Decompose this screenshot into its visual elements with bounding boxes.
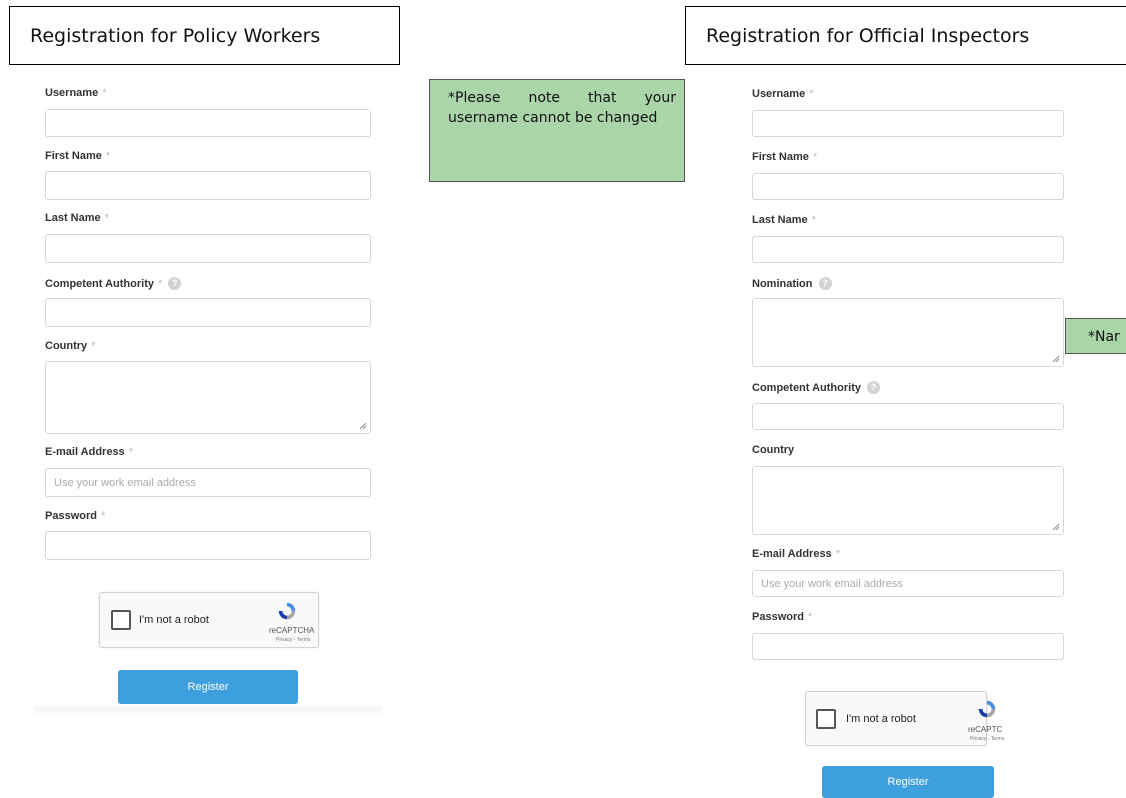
- password-label: Password *: [752, 611, 813, 623]
- last-name-label: Last Name *: [752, 214, 816, 226]
- register-button[interactable]: Register: [822, 766, 994, 798]
- recaptcha-logo-icon: [978, 700, 996, 718]
- username-input[interactable]: [45, 109, 371, 137]
- resize-grip-icon[interactable]: [359, 422, 367, 430]
- email-input[interactable]: Use your work email address: [45, 468, 371, 497]
- inspectors-title-box: Registration for Official Inspectors: [685, 6, 1126, 65]
- recaptcha-brand: reCAPTCHA: [269, 626, 315, 635]
- email-input[interactable]: Use your work email address: [752, 570, 1064, 597]
- last-name-input[interactable]: [45, 234, 371, 263]
- resize-grip-icon[interactable]: [1052, 523, 1060, 531]
- email-label: E-mail Address *: [45, 446, 133, 458]
- password-input[interactable]: [45, 531, 371, 560]
- policy-title-box: Registration for Policy Workers: [9, 6, 400, 65]
- competent-authority-label: Competent Authority * ?: [45, 277, 182, 290]
- help-icon[interactable]: ?: [866, 381, 880, 394]
- recaptcha-label: I'm not a robot: [846, 713, 916, 725]
- nomination-textarea[interactable]: [752, 298, 1064, 367]
- competent-authority-label: Competent Authority ?: [752, 381, 880, 394]
- nomination-label: Nomination ?: [752, 277, 832, 290]
- nomination-note: *Nar: [1065, 318, 1126, 354]
- password-input[interactable]: [752, 633, 1064, 660]
- first-name-input[interactable]: [752, 173, 1064, 200]
- country-label: Country: [752, 444, 795, 456]
- recaptcha-terms[interactable]: Privacy - Terms: [276, 637, 310, 643]
- username-label: Username *: [45, 87, 107, 99]
- policy-page-title: Registration for Policy Workers: [30, 24, 321, 47]
- email-label: E-mail Address *: [752, 548, 840, 560]
- username-input[interactable]: [752, 110, 1064, 137]
- recaptcha-widget: I'm not a robot reCAPTCHA Privacy - Term…: [99, 592, 319, 648]
- register-button[interactable]: Register: [118, 670, 298, 704]
- inspectors-page-title: Registration for Official Inspectors: [706, 24, 1030, 47]
- recaptcha-widget: I'm not a robot reCAPTC Privacy - Terms: [805, 691, 1004, 746]
- recaptcha-checkbox[interactable]: [816, 709, 836, 729]
- competent-authority-input[interactable]: [45, 298, 371, 327]
- first-name-label: First Name *: [752, 151, 818, 163]
- username-note: *Please note that your username cannot b…: [429, 79, 685, 182]
- last-name-input[interactable]: [752, 236, 1064, 263]
- country-textarea[interactable]: [752, 466, 1064, 535]
- country-label: Country *: [45, 340, 96, 352]
- competent-authority-input[interactable]: [752, 403, 1064, 430]
- recaptcha-checkbox[interactable]: [111, 610, 131, 630]
- username-label: Username *: [752, 88, 814, 100]
- first-name-label: First Name *: [45, 150, 111, 162]
- recaptcha-brand: reCAPTC: [968, 725, 1003, 734]
- recaptcha-label: I'm not a robot: [139, 614, 209, 626]
- first-name-input[interactable]: [45, 171, 371, 200]
- form-bottom-edge: [34, 706, 383, 718]
- recaptcha-logo-icon: [278, 602, 296, 620]
- help-icon[interactable]: ?: [818, 277, 832, 290]
- resize-grip-icon[interactable]: [1052, 355, 1060, 363]
- country-textarea[interactable]: [45, 361, 371, 434]
- password-label: Password *: [45, 510, 106, 522]
- help-icon[interactable]: ?: [168, 277, 182, 290]
- recaptcha-terms[interactable]: Privacy - Terms: [970, 736, 1004, 742]
- last-name-label: Last Name *: [45, 212, 109, 224]
